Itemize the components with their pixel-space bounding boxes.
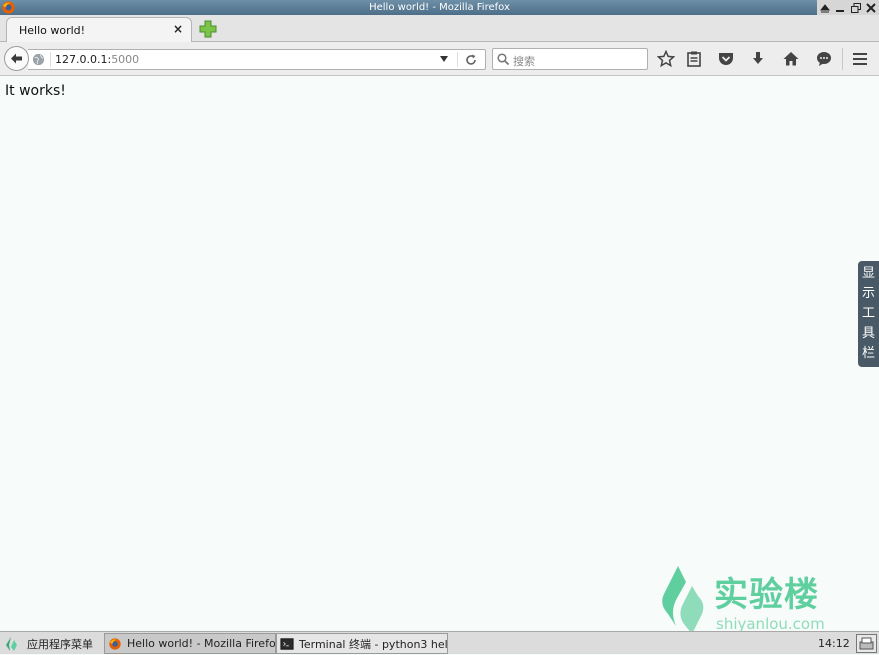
watermark-text: 实验楼 (714, 575, 819, 615)
home-icon[interactable] (782, 50, 800, 68)
restore-icon[interactable] (850, 2, 862, 14)
url-divider (50, 52, 51, 67)
clock: 14:12 (818, 637, 850, 650)
bookmarks-menu-icon[interactable] (685, 50, 703, 68)
search-bar[interactable]: 搜索 (492, 48, 648, 70)
tab-strip: Hello world! × (0, 15, 879, 43)
shiyanlou-logo-icon (662, 566, 704, 634)
toolbar-tab-char: 工 (861, 306, 875, 321)
url-host: 127.0.0.1: (55, 53, 112, 66)
toolbar-tab-char: 显 (861, 266, 875, 281)
history-dropdown-icon[interactable] (440, 56, 448, 62)
tray-icon[interactable] (856, 634, 877, 653)
show-toolbar-tab[interactable]: 显 示 工 具 栏 (858, 261, 879, 367)
firefox-icon (109, 637, 121, 650)
window-titlebar: Hello world! - Mozilla Firefox (0, 0, 879, 15)
app-menu-icon (6, 636, 17, 651)
new-tab-icon[interactable] (199, 20, 217, 38)
applications-menu-button[interactable]: 应用程序菜单 (4, 634, 93, 653)
search-placeholder: 搜索 (513, 55, 535, 68)
page-body-text: It works! (5, 83, 66, 99)
tab-hello-world[interactable]: Hello world! × (6, 17, 192, 43)
shiyanlou-watermark: 实验楼 shiyanlou.com (656, 564, 836, 634)
start-label: 应用程序菜单 (27, 637, 93, 651)
printer-icon (859, 637, 874, 650)
back-arrow-icon (11, 53, 22, 64)
taskbar: 应用程序菜单 Hello world! - Mozilla Firefox Te… (0, 631, 879, 654)
downloads-icon[interactable] (749, 50, 767, 68)
window-controls (817, 0, 879, 15)
reload-icon[interactable] (464, 53, 478, 67)
toolbar-tab-char: 栏 (861, 346, 875, 361)
url-bar[interactable]: 127.0.0.1:5000 (28, 49, 486, 70)
minimize-icon[interactable] (834, 2, 846, 14)
search-icon (497, 53, 510, 66)
page-content: It works! 显 示 工 具 栏 (0, 77, 879, 630)
tab-close-icon[interactable]: × (173, 22, 183, 36)
window-title: Hello world! - Mozilla Firefox (369, 2, 510, 13)
terminal-icon (280, 637, 294, 650)
taskbar-task-firefox[interactable]: Hello world! - Mozilla Firefox (104, 633, 276, 654)
bookmark-star-icon[interactable] (657, 50, 675, 68)
tab-title: Hello world! (19, 24, 86, 37)
pocket-icon[interactable] (717, 50, 735, 68)
chat-icon[interactable] (815, 50, 833, 68)
url-text[interactable]: 127.0.0.1:5000 (55, 53, 139, 66)
shade-icon[interactable] (819, 2, 831, 14)
back-button[interactable] (4, 46, 29, 71)
toolbar-tab-char: 具 (861, 326, 875, 341)
url-divider (457, 52, 458, 67)
toolbar-divider (842, 48, 843, 70)
url-port: 5000 (111, 53, 140, 66)
taskbar-task-terminal[interactable]: Terminal 终端 - python3 hel··· (276, 633, 448, 654)
close-icon[interactable] (865, 2, 877, 14)
task-label: Hello world! - Mozilla Firefox (127, 637, 276, 650)
task-label: Terminal 终端 - python3 hel··· (299, 637, 448, 651)
site-identity-icon[interactable] (32, 53, 45, 66)
hamburger-menu-icon[interactable] (851, 50, 869, 68)
toolbar-tab-char: 示 (861, 286, 875, 301)
navigation-toolbar: 127.0.0.1:5000 搜索 (0, 42, 879, 76)
